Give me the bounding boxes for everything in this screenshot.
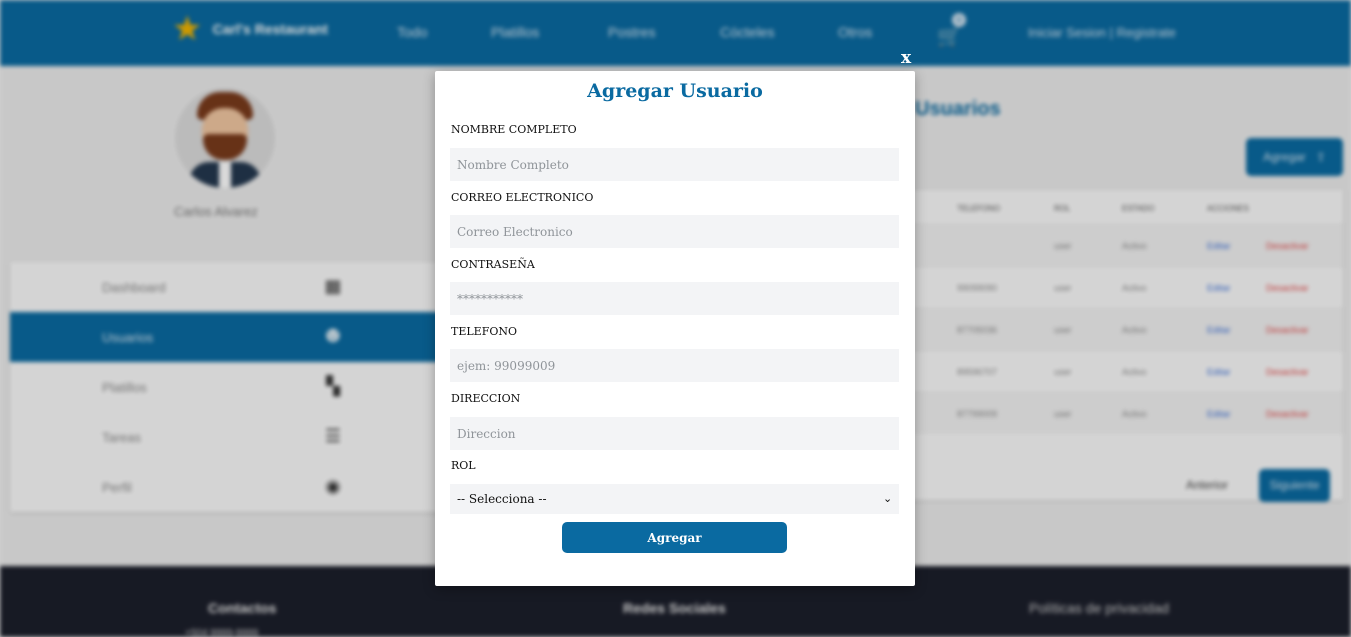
password-input[interactable] xyxy=(450,282,899,315)
add-user-modal: Agregar Usuario NOMBRE COMPLETO CORREO E… xyxy=(435,71,915,586)
role-label: ROL xyxy=(451,459,476,472)
password-label: CONTRASEÑA xyxy=(451,258,535,271)
phone-input[interactable] xyxy=(450,349,899,382)
role-select[interactable]: -- Selecciona -- xyxy=(450,484,899,514)
modal-title: Agregar Usuario xyxy=(587,80,763,102)
fullname-label: NOMBRE COMPLETO xyxy=(451,123,577,136)
address-label: DIRECCION xyxy=(451,392,521,405)
email-label: CORREO ELECTRONICO xyxy=(451,191,594,204)
email-input[interactable] xyxy=(450,215,899,248)
phone-label: TELEFONO xyxy=(451,325,517,338)
submit-add-user-button[interactable]: Agregar xyxy=(562,522,787,553)
close-modal-button[interactable]: x xyxy=(901,48,911,68)
fullname-input[interactable] xyxy=(450,148,899,181)
address-input[interactable] xyxy=(450,417,899,450)
